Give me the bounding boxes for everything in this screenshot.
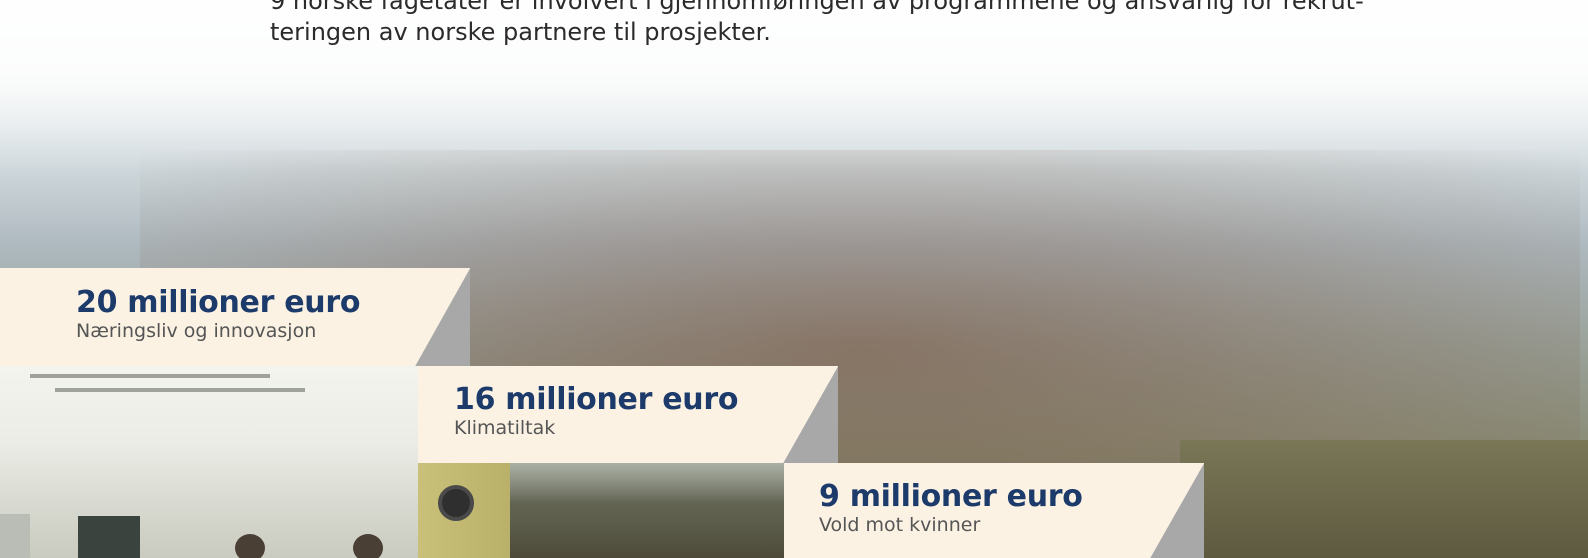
grass-ground	[1180, 440, 1588, 558]
funding-area: Vold mot kvinner	[819, 514, 981, 536]
funding-area: Klimatiltak	[454, 417, 556, 439]
funding-amount: 20 millioner euro	[76, 285, 361, 320]
intro-paragraph: 9 norske fagetater er involvert i gjenno…	[270, 0, 1364, 46]
person-head	[235, 534, 265, 558]
label-corner-wedge	[415, 268, 470, 366]
label-corner-wedge	[783, 366, 838, 463]
survey-instrument	[418, 463, 510, 558]
funding-area: Næringsliv og innovasjon	[76, 320, 317, 342]
wall-panel	[0, 514, 30, 558]
funding-label-business: 20 millioner euro Næringsliv og innovasj…	[0, 268, 470, 366]
funding-label-climate: 16 millioner euro Klimatiltak	[418, 366, 838, 463]
ceiling-lamp	[30, 374, 270, 378]
dark-panel	[78, 516, 140, 558]
instrument-lens-icon	[438, 485, 474, 521]
label-corner-wedge	[1150, 463, 1204, 558]
funding-label-violence: 9 millioner euro Vold mot kvinner	[784, 463, 1204, 558]
ceiling-lamp	[55, 388, 305, 392]
funding-amount: 9 millioner euro	[819, 479, 1083, 514]
classroom-photo	[0, 366, 418, 558]
forest-survey-photo	[418, 463, 784, 558]
sky-area	[510, 463, 784, 503]
person-head	[353, 534, 383, 558]
funding-amount: 16 millioner euro	[454, 382, 739, 417]
